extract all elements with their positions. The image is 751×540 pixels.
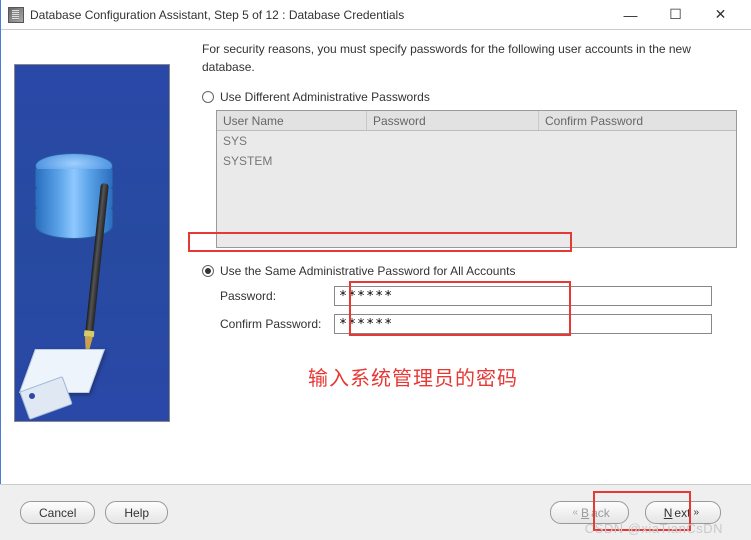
table-row[interactable]: SYS [217,131,736,151]
next-label: ext [674,506,690,520]
password-input[interactable] [334,286,712,306]
cell-username: SYS [217,134,367,148]
window-controls: — ☐ ✕ [608,1,743,29]
titlebar: Database Configuration Assistant, Step 5… [0,0,751,30]
window-title: Database Configuration Assistant, Step 5… [30,8,608,22]
radio-icon [202,265,214,277]
annotation-text: 输入系统管理员的密码 [308,362,737,391]
radio-different-passwords[interactable]: Use Different Administrative Passwords [202,90,737,104]
table-header: User Name Password Confirm Password [217,111,736,131]
chevron-right-icon: » [693,507,699,518]
minimize-button[interactable]: — [608,1,653,29]
radio-icon [202,91,214,103]
radio-label: Use the Same Administrative Password for… [220,264,515,278]
maximize-button[interactable]: ☐ [653,1,698,29]
intro-text: For security reasons, you must specify p… [202,40,737,76]
col-password: Password [367,111,539,130]
col-confirm-password: Confirm Password [539,111,736,130]
user-password-table: User Name Password Confirm Password SYS … [216,110,737,248]
cancel-button[interactable]: Cancel [20,501,95,524]
radio-label: Use Different Administrative Passwords [220,90,430,104]
cell-username: SYSTEM [217,154,367,168]
confirm-password-input[interactable] [334,314,712,334]
wizard-graphic [14,64,170,422]
radio-same-password[interactable]: Use the Same Administrative Password for… [202,264,737,278]
chevron-left-icon: « [572,507,578,518]
password-label: Password: [220,289,334,303]
col-username: User Name [217,111,367,130]
table-row[interactable]: SYSTEM [217,151,736,171]
wizard-sidebar [14,40,184,460]
watermark: CSDN @xiaTianCsDN [585,521,723,536]
help-button[interactable]: Help [105,501,168,524]
confirm-password-label: Confirm Password: [220,317,334,331]
app-icon [8,7,24,23]
close-button[interactable]: ✕ [698,1,743,29]
back-label: ack [591,506,610,520]
